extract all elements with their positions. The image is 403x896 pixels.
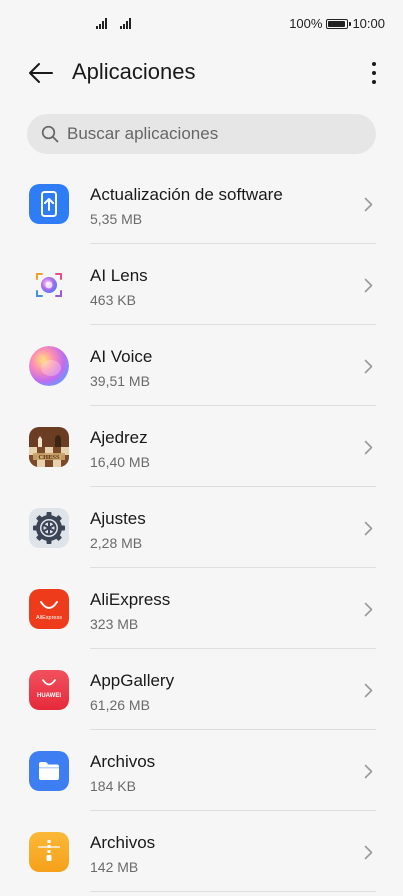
chevron-right-icon (364, 440, 373, 455)
divider (90, 891, 376, 892)
list-item[interactable]: AI Voice 39,51 MB (0, 325, 403, 406)
chevron-right-icon (364, 521, 373, 536)
chevron-right-icon (364, 197, 373, 212)
chevron-right-icon (364, 359, 373, 374)
signal-strength-icon (96, 17, 107, 29)
app-name: AI Lens (90, 266, 148, 285)
app-name: AI Voice (90, 347, 153, 366)
app-size: 16,40 MB (90, 454, 150, 470)
page-title: Aplicaciones (72, 59, 196, 84)
app-size: 463 KB (90, 292, 136, 308)
app-list-screen: 100% 10:00 Aplicaciones Buscar aplicacio… (0, 0, 403, 896)
file-zip-icon (29, 832, 69, 872)
search-input[interactable] (67, 124, 357, 144)
list-item[interactable]: Ajustes 2,28 MB (0, 487, 403, 568)
aliexpress-icon-text: AliExpress (36, 615, 62, 621)
chevron-right-icon (364, 278, 373, 293)
list-item[interactable]: Actualización de software 5,35 MB (0, 163, 403, 244)
list-item[interactable]: AI Lens 463 KB (0, 244, 403, 325)
app-size: 142 MB (90, 859, 139, 875)
list-item[interactable]: AliExpress AliExpress 323 MB (0, 568, 403, 649)
app-size: 39,51 MB (90, 373, 150, 389)
signal-strength-icon (120, 17, 131, 29)
list-item[interactable]: Archivos 142 MB (0, 811, 403, 892)
app-size: 5,35 MB (90, 211, 143, 227)
app-bar: Aplicaciones (0, 48, 403, 100)
search-bar[interactable] (27, 114, 376, 154)
clock: 10:00 (352, 16, 385, 31)
folder-icon (29, 751, 69, 791)
app-size: 61,26 MB (90, 697, 150, 713)
back-arrow-icon[interactable] (28, 60, 54, 86)
app-name: Ajustes (90, 509, 146, 528)
appgallery-icon-text: HUAWEI (37, 693, 61, 699)
battery-percent: 100% (289, 16, 323, 31)
more-options-icon[interactable] (367, 60, 381, 86)
app-list: Actualización de software 5,35 MB AI Len… (0, 163, 403, 892)
ai-voice-icon (29, 346, 69, 386)
chevron-right-icon (364, 845, 373, 860)
app-name: Ajedrez (90, 428, 148, 447)
appgallery-icon: HUAWEI (29, 670, 69, 710)
list-item[interactable]: HUAWEI AppGallery 61,26 MB (0, 649, 403, 730)
chevron-right-icon (364, 602, 373, 617)
chevron-right-icon (364, 683, 373, 698)
aliexpress-icon: AliExpress (29, 589, 69, 629)
chess-icon: CHESS (29, 427, 69, 467)
chevron-right-icon (364, 764, 373, 779)
app-size: 184 KB (90, 778, 136, 794)
battery-icon (326, 18, 352, 29)
status-right: 100% 10:00 (289, 16, 385, 31)
app-name: AppGallery (90, 671, 175, 690)
list-item[interactable]: Archivos 184 KB (0, 730, 403, 811)
app-name: Archivos (90, 833, 156, 852)
app-name: Actualización de software (90, 185, 283, 204)
svg-text:CHESS: CHESS (38, 454, 60, 461)
app-name: AliExpress (90, 590, 171, 609)
app-size: 2,28 MB (90, 535, 143, 551)
software-update-icon (29, 184, 69, 224)
app-name: Archivos (90, 752, 156, 771)
status-bar: 100% 10:00 (0, 0, 403, 48)
search-icon (41, 125, 59, 143)
list-item[interactable]: CHESS Ajedrez 16,40 MB (0, 406, 403, 487)
settings-gear-icon (29, 508, 69, 548)
app-size: 323 MB (90, 616, 139, 632)
ai-lens-icon (29, 265, 69, 305)
